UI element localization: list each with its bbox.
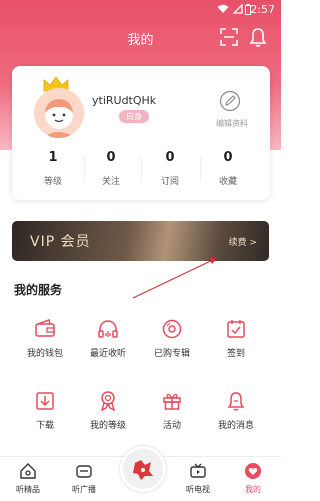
tab-radio[interactable]: 听广播 [56,462,112,495]
tab-mine[interactable]: 我的 [225,462,281,495]
tab-label: 听电视 [186,485,210,494]
bell-icon[interactable] [247,26,269,48]
medal-icon [100,391,116,412]
avatar-face-icon [42,99,76,138]
profile-heart-icon [245,463,261,479]
headphones-icon [98,320,118,338]
message-bell-icon [227,392,245,411]
download-icon [36,392,54,410]
tv-icon [190,463,206,478]
tab-tv[interactable]: 听电视 [170,462,226,495]
stat-favorites[interactable]: 0 收藏 [199,150,257,187]
service-my-level[interactable]: 我的等级 [77,390,139,440]
service-wallet[interactable]: 我的钱包 [14,318,76,368]
service-my-messages[interactable]: 我的消息 [205,390,267,440]
stat-label: 等级 [43,177,62,187]
service-label: 已购专辑 [153,349,190,359]
username: ytiRUdtQHk [92,94,157,107]
stat-value: 0 [165,150,175,165]
stat-label: 收藏 [218,177,237,187]
vip-title: VIP 会员 [30,234,91,250]
service-label: 活动 [162,421,181,431]
now-playing-disc[interactable] [120,446,166,492]
edit-profile-label: 编辑资料 [216,119,248,128]
vip-renew-link[interactable]: 续费 > [229,235,257,248]
service-label: 我的钱包 [26,349,63,359]
home-icon [20,463,36,479]
signal-icon [233,4,243,14]
service-label: 签到 [226,349,245,359]
service-label: 我的消息 [217,421,254,431]
service-check-in[interactable]: 签到 [205,318,267,368]
stat-value: 0 [106,150,116,165]
tab-label: 我的 [245,485,261,494]
avatar-image [34,88,84,138]
stat-subscriptions[interactable]: 0 订阅 [141,150,199,187]
title-bar: 我的 [0,26,281,50]
tab-label: 听精品 [16,485,40,494]
tab-premium[interactable]: 听精品 [0,462,56,495]
level-badge: 白身 [119,110,149,123]
edit-icon [219,90,241,112]
profile-stats: 1 等级 0 关注 0 订阅 0 收藏 [12,150,270,190]
edit-profile-button[interactable]: 编辑资料 [208,90,252,130]
avatar[interactable] [34,76,86,138]
vip-banner[interactable]: VIP 会员 续费 > [12,221,269,261]
service-label: 下载 [35,421,54,431]
status-icons [217,4,243,14]
status-time: 2:57 [250,3,275,16]
services-section-title: 我的服务 [14,283,63,297]
status-bar: 2:57 [0,0,281,20]
service-activities[interactable]: 活动 [141,390,203,440]
service-label: 最近收听 [89,349,126,359]
service-purchased-albums[interactable]: 已购专辑 [141,318,203,368]
album-cover-icon [124,450,162,488]
scan-icon[interactable] [218,26,240,48]
calendar-check-icon [227,320,245,338]
tab-label: 听广播 [72,485,96,494]
stat-level[interactable]: 1 等级 [24,150,82,187]
stat-following[interactable]: 0 关注 [82,150,140,187]
profile-card: ytiRUdtQHk 白身 编辑资料 1 等级 0 关注 0 订阅 0 收藏 [12,66,270,200]
radio-icon [76,465,92,478]
stat-label: 关注 [101,177,120,187]
disc-icon [162,319,182,339]
stat-value: 1 [48,150,58,165]
service-download[interactable]: 下载 [14,390,76,440]
service-label: 我的等级 [89,421,126,431]
wallet-icon [35,319,55,337]
stat-value: 0 [223,150,233,165]
wifi-icon [217,4,229,13]
stat-label: 订阅 [160,177,179,187]
service-recent-listening[interactable]: 最近收听 [77,318,139,368]
gift-icon [163,393,181,410]
